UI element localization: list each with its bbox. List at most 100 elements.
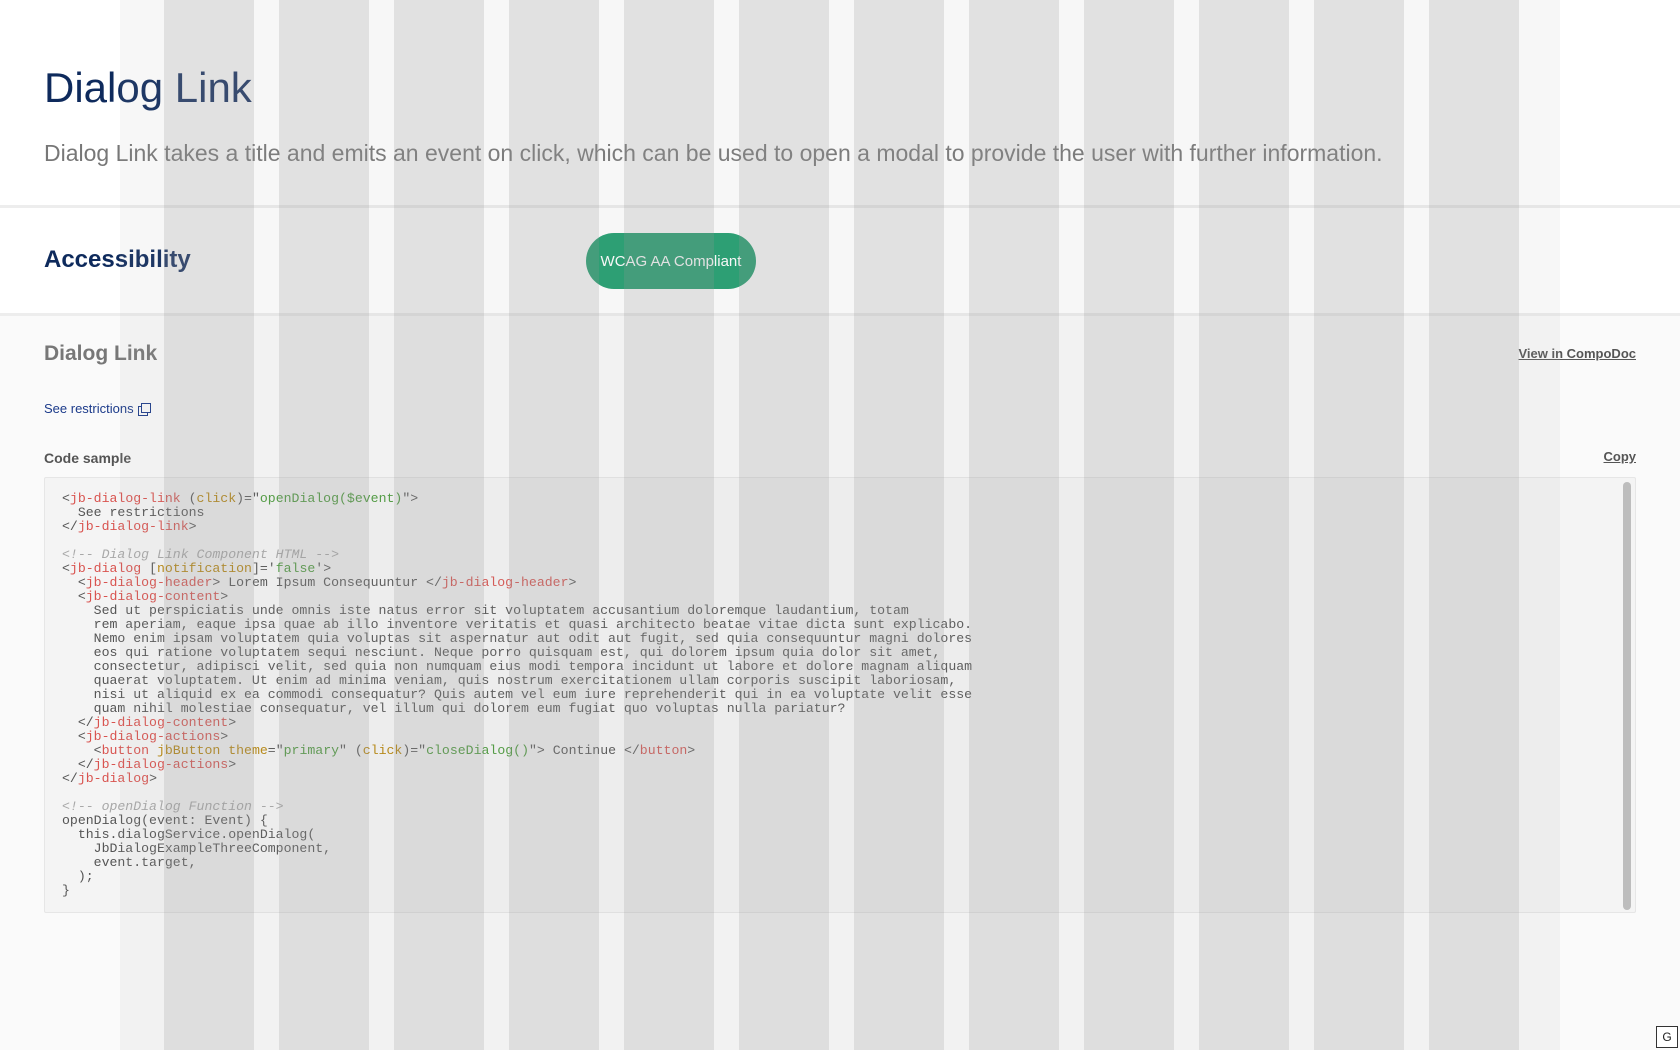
code-token: </ (62, 757, 94, 772)
code-line: <jb-dialog-content> (62, 589, 228, 604)
page-header: Dialog Link Dialog Link takes a title an… (0, 0, 1680, 207)
code-token: > (220, 729, 229, 744)
code-token: click (362, 743, 403, 758)
code-token: Nemo enim ipsam voluptatem quia voluptas… (62, 631, 973, 646)
code-line: <jb-dialog [notification]='false'> (62, 561, 331, 576)
header-divider (0, 205, 1680, 208)
code-token: jb-dialog (69, 561, 142, 576)
code-token: Sed ut perspiciatis unde omnis iste natu… (62, 603, 909, 618)
code-token: < (62, 575, 86, 590)
code-token: button (101, 743, 150, 758)
code-token: > (228, 757, 237, 772)
code-token: jb-dialog-actions (85, 729, 221, 744)
code-token: jb-dialog-content (85, 589, 221, 604)
view-in-compodoc-link[interactable]: View in CompoDoc (1519, 346, 1637, 361)
code-line: <jb-dialog-actions> (62, 729, 228, 744)
code-token: <!-- Dialog Link Component HTML --> (62, 547, 339, 562)
code-token: '> (315, 561, 332, 576)
code-token: button (639, 743, 688, 758)
code-token: > (188, 519, 197, 534)
code-token: click (196, 491, 237, 506)
code-token: )=" (402, 743, 427, 758)
code-token: quaerat voluptatem. Ut enim ad minima ve… (62, 673, 957, 688)
code-token: > (687, 743, 696, 758)
code-token: eos qui ratione voluptatem sequi nesciun… (62, 645, 941, 660)
code-token: rem aperiam, eaque ipsa quae ab illo inv… (62, 617, 973, 632)
code-token: < (62, 729, 86, 744)
code-token: =" (267, 743, 284, 758)
code-token: jb-dialog-link (77, 519, 189, 534)
code-line: <!-- Dialog Link Component HTML --> (62, 547, 339, 562)
code-line: </jb-dialog-link> (62, 519, 197, 534)
wcag-badge: WCAG AA Compliant (586, 233, 756, 289)
code-token: </ (62, 519, 78, 534)
code-token: < (62, 491, 70, 506)
code-line: Nemo enim ipsam voluptatem quia voluptas… (62, 631, 972, 646)
code-token: )=" (236, 491, 260, 506)
code-token: See restrictions (62, 505, 205, 520)
code-line: event.target, (62, 855, 197, 870)
code-token: notification (156, 561, 252, 576)
accessibility-heading: Accessibility (44, 246, 191, 273)
code-token: jb-dialog-header (441, 575, 569, 590)
code-token: > (228, 715, 237, 730)
component-title: Dialog Link (44, 342, 158, 365)
code-token: } (62, 883, 70, 898)
code-line: } (62, 883, 70, 898)
code-token: false (275, 561, 316, 576)
code-token: </ (62, 715, 94, 730)
code-token: consectetur, adipisci velit, sed quia no… (62, 659, 973, 674)
code-line: consectetur, adipisci velit, sed quia no… (62, 659, 972, 674)
code-line: quaerat voluptatem. Ut enim ad minima ve… (62, 673, 957, 688)
code-line: < jb-dialog-header> Lorem Ipsum Consequun… (62, 575, 577, 590)
code-line: <jb-dialog-link (click)="openDialog($eve… (62, 491, 418, 506)
see-restrictions-link[interactable]: See restrictions (44, 401, 151, 416)
code-line: this.dialogService.openDialog( (62, 827, 315, 842)
code-line: See restrictions (62, 505, 205, 520)
code-token: theme (228, 743, 268, 758)
code-token: > (149, 771, 157, 786)
code-token: < (62, 589, 86, 604)
code-sample-label: Code sample (44, 450, 132, 466)
code-token: [ (141, 561, 157, 576)
code-token: > (568, 575, 577, 590)
code-token: jb-dialog-link (69, 491, 181, 506)
see-restrictions-label: See restrictions (44, 401, 134, 416)
external-window-icon (137, 403, 151, 416)
code-line: <!-- openDialog Function --> (62, 799, 284, 814)
code-token: jb-dialog (77, 771, 150, 786)
code-token: ]=' (251, 561, 276, 576)
code-token: < (62, 743, 102, 758)
code-sample-box[interactable]: <jb-dialog-link (click)="openDialog($eve… (44, 477, 1636, 913)
code-token: > (220, 589, 229, 604)
code-token: < (62, 561, 70, 576)
code-scrollbar[interactable] (1623, 482, 1631, 910)
code-token: jb-dialog-actions (93, 757, 229, 772)
corner-g-badge[interactable]: G (1656, 1026, 1678, 1048)
code-line: Sed ut perspiciatis unde omnis iste natu… (62, 603, 909, 618)
code-token: "> Continue </ (529, 743, 640, 758)
code-line: <button jbButton theme="primary" (click)… (62, 743, 696, 758)
code-token: </ (62, 771, 78, 786)
code-line: </jb-dialog-content> (62, 715, 236, 730)
code-token: > Lorem Ipsum Consequuntur </ (212, 575, 442, 590)
code-line: </jb-dialog-actions> (62, 757, 236, 772)
code-token: JbDialogExampleThreeComponent, (62, 841, 332, 856)
code-line: eos qui ratione voluptatem sequi nesciun… (62, 645, 941, 660)
code-token: openDialog(event: Event) { (62, 813, 268, 828)
code-token: ); (62, 869, 94, 884)
code-token: openDialog($event) (259, 491, 403, 506)
code-token: event.target, (62, 855, 197, 870)
code-token: <!-- openDialog Function --> (62, 799, 284, 814)
code-token: ( (180, 491, 197, 506)
copy-button[interactable]: Copy (1604, 449, 1637, 464)
code-token: nisi ut aliquid ex ea commodi consequatu… (62, 687, 973, 702)
code-token: jbButton (156, 743, 221, 758)
page-title: Dialog Link (44, 64, 252, 111)
code-token: quam nihil molestiae consequatur, vel il… (62, 701, 846, 716)
code-token: this.dialogService.openDialog( (62, 827, 316, 842)
code-sample-text: <jb-dialog-link (click)="openDialog($eve… (62, 492, 972, 898)
code-line: rem aperiam, eaque ipsa quae ab illo inv… (62, 617, 972, 632)
code-line: JbDialogExampleThreeComponent, (62, 841, 331, 856)
